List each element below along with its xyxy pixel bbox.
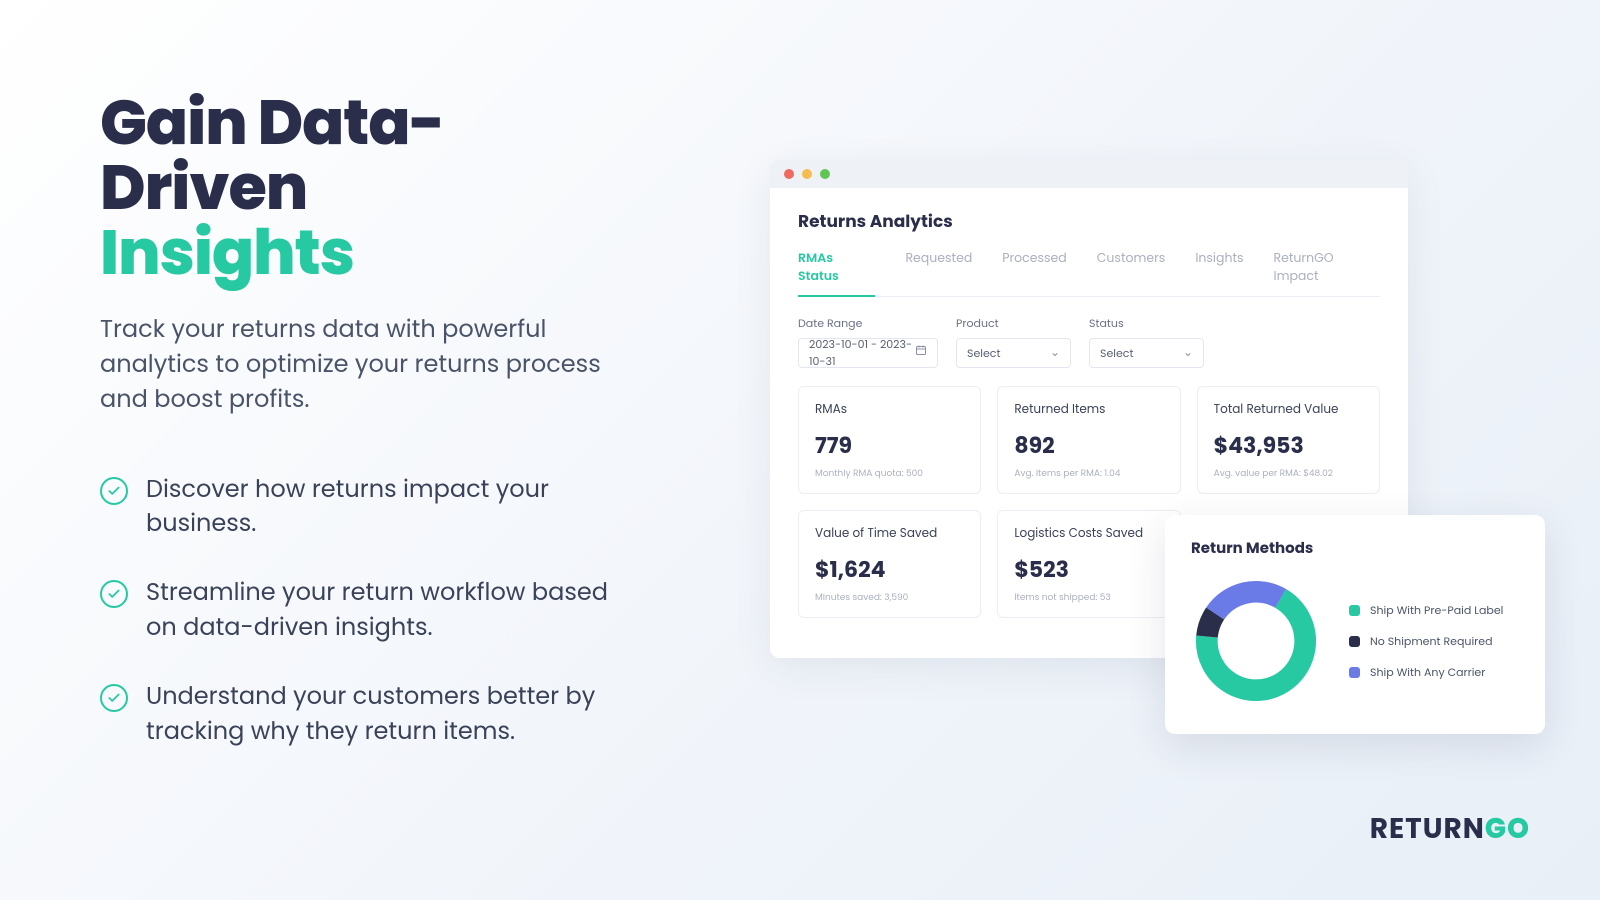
card-total-value: Total Returned Value $43,953 Avg. value …: [1197, 386, 1380, 494]
donut-title: Return Methods: [1191, 537, 1519, 560]
filters: Date Range 2023-10-01 - 2023-10-31 Produ…: [798, 315, 1380, 368]
card-time-saved: Value of Time Saved $1,624 Minutes saved…: [798, 510, 981, 618]
brand-logo: RETURNGO: [1370, 808, 1530, 850]
card-subtext: Avg. value per RMA: $48.02: [1214, 468, 1363, 481]
bullet-item: Discover how returns impact your busines…: [100, 473, 620, 543]
card-title: RMAs: [815, 401, 964, 419]
filter-product: Product Select ⌄: [956, 315, 1071, 368]
swatch-icon: [1349, 605, 1360, 616]
maximize-dot-icon[interactable]: [820, 169, 830, 179]
legend-item: No Shipment Required: [1349, 633, 1503, 650]
check-icon: [100, 684, 128, 712]
card-returned-items: Returned Items 892 Avg. items per RMA: 1…: [997, 386, 1180, 494]
card-subtext: Minutes saved: 3,590: [815, 592, 964, 605]
donut-body: Ship With Pre-Paid Label No Shipment Req…: [1191, 576, 1519, 706]
bullet-item: Understand your customers better by trac…: [100, 680, 620, 750]
swatch-icon: [1349, 636, 1360, 647]
brand-text-1: RETURN: [1370, 809, 1485, 848]
marketing-copy: Gain Data-Driven Insights Track your ret…: [100, 90, 620, 783]
card-value: $523: [1014, 553, 1163, 586]
tab-rmas-status[interactable]: RMAs Status: [798, 250, 875, 296]
card-value: 892: [1014, 429, 1163, 462]
card-rmas: RMAs 779 Monthly RMA quota: 500: [798, 386, 981, 494]
headline: Gain Data-Driven Insights: [100, 90, 620, 285]
card-title: Value of Time Saved: [815, 525, 964, 543]
card-subtext: Monthly RMA quota: 500: [815, 468, 964, 481]
tab-processed[interactable]: Processed: [1002, 250, 1067, 296]
date-range-value: 2023-10-01 - 2023-10-31: [809, 336, 915, 370]
filter-label: Date Range: [798, 315, 938, 332]
bullet-text: Streamline your return workflow based on…: [146, 576, 620, 646]
return-methods-card: Return Methods Ship With Pre-Paid Label …: [1165, 515, 1545, 734]
legend-label: Ship With Any Carrier: [1370, 664, 1485, 681]
brand-text-2: GO: [1485, 809, 1530, 848]
donut-chart: [1191, 576, 1321, 706]
tab-returngo-impact[interactable]: ReturnGO Impact: [1274, 250, 1380, 296]
close-dot-icon[interactable]: [784, 169, 794, 179]
bullet-text: Understand your customers better by trac…: [146, 680, 620, 750]
filter-status: Status Select ⌄: [1089, 315, 1204, 368]
card-value: $43,953: [1214, 429, 1363, 462]
filter-label: Product: [956, 315, 1071, 332]
legend-label: No Shipment Required: [1370, 633, 1493, 650]
check-icon: [100, 477, 128, 505]
card-title: Total Returned Value: [1214, 401, 1363, 419]
legend-item: Ship With Pre-Paid Label: [1349, 602, 1503, 619]
status-value: Select: [1100, 345, 1133, 362]
bullet-text: Discover how returns impact your busines…: [146, 473, 620, 543]
tab-insights[interactable]: Insights: [1195, 250, 1243, 296]
chevron-down-icon: ⌄: [1183, 344, 1193, 362]
minimize-dot-icon[interactable]: [802, 169, 812, 179]
card-value: $1,624: [815, 553, 964, 586]
page-title: Returns Analytics: [798, 208, 1380, 234]
calendar-icon: [915, 344, 927, 362]
card-title: Returned Items: [1014, 401, 1163, 419]
bullet-list: Discover how returns impact your busines…: [100, 473, 620, 750]
subheadline: Track your returns data with powerful an…: [100, 313, 620, 417]
card-value: 779: [815, 429, 964, 462]
tab-requested[interactable]: Requested: [905, 250, 972, 296]
tabs: RMAs Status Requested Processed Customer…: [798, 250, 1380, 297]
swatch-icon: [1349, 667, 1360, 678]
status-select[interactable]: Select ⌄: [1089, 338, 1204, 368]
date-range-input[interactable]: 2023-10-01 - 2023-10-31: [798, 338, 938, 368]
legend-label: Ship With Pre-Paid Label: [1370, 602, 1503, 619]
check-icon: [100, 580, 128, 608]
bullet-item: Streamline your return workflow based on…: [100, 576, 620, 646]
legend-item: Ship With Any Carrier: [1349, 664, 1503, 681]
filter-label: Status: [1089, 315, 1204, 332]
product-select[interactable]: Select ⌄: [956, 338, 1071, 368]
filter-date-range: Date Range 2023-10-01 - 2023-10-31: [798, 315, 938, 368]
chevron-down-icon: ⌄: [1050, 344, 1060, 362]
donut-legend: Ship With Pre-Paid Label No Shipment Req…: [1349, 602, 1503, 681]
card-subtext: Items not shipped: 53: [1014, 592, 1163, 605]
card-subtext: Avg. items per RMA: 1.04: [1014, 468, 1163, 481]
tab-customers[interactable]: Customers: [1097, 250, 1166, 296]
product-value: Select: [967, 345, 1000, 362]
window-titlebar: [770, 160, 1408, 188]
headline-line2: Insights: [100, 220, 620, 285]
card-logistics-saved: Logistics Costs Saved $523 Items not shi…: [997, 510, 1180, 618]
card-title: Logistics Costs Saved: [1014, 525, 1163, 543]
